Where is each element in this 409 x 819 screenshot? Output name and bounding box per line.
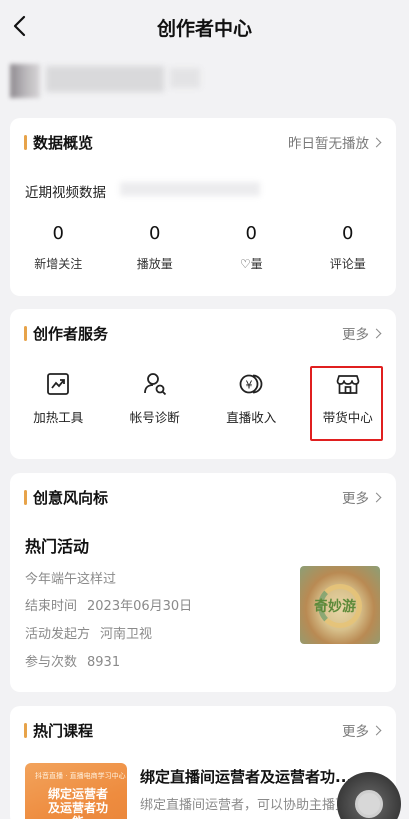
creative-title: 创意风向标 xyxy=(24,486,108,508)
recent-video-label: 近期视频数据 xyxy=(25,185,106,201)
thumbnail-logo-text: 奇妙游 xyxy=(314,599,356,615)
user-tag-blurred xyxy=(170,68,200,88)
stat-comments[interactable]: 0 评论量 xyxy=(300,223,397,272)
service-label: 直播收入 xyxy=(226,410,277,425)
course-description: 绑定直播间运营者，可以协助主播更 xyxy=(140,798,349,813)
creator-services-card: 创作者服务 更多 加热工具 帐号诊断 ¥ 直播收入 带货中心 xyxy=(10,309,396,459)
data-overview-status-link[interactable]: 昨日暂无播放 xyxy=(288,132,382,152)
assistive-button-core xyxy=(355,790,383,818)
more-label: 更多 xyxy=(342,491,369,507)
yuan-coin-icon: ¥ xyxy=(239,374,263,394)
highlight-box xyxy=(310,366,383,441)
service-account-diagnosis[interactable]: 帐号诊断 xyxy=(107,371,204,426)
end-time-value: 2023年06月30日 xyxy=(87,599,193,614)
publisher-value: 河南卫视 xyxy=(100,627,153,642)
participants-label: 参与次数 xyxy=(25,655,78,670)
service-label: 帐号诊断 xyxy=(129,410,180,425)
data-overview-title: 数据概览 xyxy=(24,131,93,153)
courses-more-link[interactable]: 更多 xyxy=(342,720,382,740)
course-thumbnail[interactable]: 抖音直播 · 直播电商学习中心 绑定运营者及运营者功能 xyxy=(25,763,127,819)
creative-title-text: 创意风向标 xyxy=(33,488,109,507)
page-title: 创作者中心 xyxy=(156,18,252,40)
chevron-right-icon xyxy=(371,328,382,338)
activity-participants: 参与次数 8931 xyxy=(25,651,120,670)
stat-value: 0 xyxy=(342,223,354,244)
header: 创作者中心 xyxy=(0,0,409,54)
hot-activity-title: 热门活动 xyxy=(25,537,90,556)
stat-plays[interactable]: 0 播放量 xyxy=(107,223,204,272)
activity-name[interactable]: 今年端午这样过 xyxy=(25,568,116,587)
participants-value: 8931 xyxy=(87,655,121,670)
title-accent-bar xyxy=(24,325,27,341)
course-thumb-title: 绑定运营者及运营者功能 xyxy=(47,787,108,819)
data-overview-title-text: 数据概览 xyxy=(33,133,94,152)
username-blurred xyxy=(46,66,164,92)
services-title-text: 创作者服务 xyxy=(33,324,109,343)
service-boost-tool[interactable]: 加热工具 xyxy=(10,371,107,426)
creative-more-link[interactable]: 更多 xyxy=(342,487,382,507)
services-title: 创作者服务 xyxy=(24,322,108,344)
title-accent-bar xyxy=(24,722,27,738)
activity-thumbnail[interactable]: 奇妙游 xyxy=(300,566,380,644)
stats-row: 0 新增关注 0 播放量 0 ♡量 0 评论量 xyxy=(10,223,396,272)
avatar xyxy=(10,64,40,98)
course-thumb-caption: 抖音直播 · 直播电商学习中心 xyxy=(35,772,126,780)
title-accent-bar xyxy=(24,489,27,505)
stat-label: 新增关注 xyxy=(34,257,83,271)
course-title[interactable]: 绑定直播间运营者及运营者功... xyxy=(140,766,352,787)
service-live-income[interactable]: ¥ 直播收入 xyxy=(203,371,300,426)
creative-trends-card: 创意风向标 更多 热门活动 今年端午这样过 结束时间 2023年06月30日 活动… xyxy=(10,473,396,692)
recent-video-blurred xyxy=(120,182,260,196)
end-time-label: 结束时间 xyxy=(25,599,78,614)
activity-end-time: 结束时间 2023年06月30日 xyxy=(25,595,192,614)
stat-label: 播放量 xyxy=(136,257,173,271)
service-label: 加热工具 xyxy=(33,410,84,425)
services-more-link[interactable]: 更多 xyxy=(342,323,382,343)
more-label: 更多 xyxy=(342,327,369,343)
stat-value: 0 xyxy=(149,223,161,244)
data-overview-status: 昨日暂无播放 xyxy=(288,136,369,152)
stat-likes[interactable]: 0 ♡量 xyxy=(203,223,300,272)
chevron-right-icon xyxy=(371,725,382,735)
svg-text:¥: ¥ xyxy=(246,379,253,392)
chevron-right-icon xyxy=(371,137,382,147)
chevron-right-icon xyxy=(371,492,382,502)
user-search-icon xyxy=(143,373,166,396)
stat-new-followers[interactable]: 0 新增关注 xyxy=(10,223,107,272)
trend-chart-icon xyxy=(47,373,70,395)
stat-label: ♡量 xyxy=(239,257,263,271)
activity-publisher: 活动发起方 河南卫视 xyxy=(25,623,152,642)
stat-value: 0 xyxy=(245,223,257,244)
courses-title-text: 热门课程 xyxy=(33,721,94,740)
more-label: 更多 xyxy=(342,724,369,740)
user-info-blurred xyxy=(10,60,210,102)
courses-title: 热门课程 xyxy=(24,719,93,741)
stat-label: 评论量 xyxy=(329,257,366,271)
publisher-label: 活动发起方 xyxy=(25,627,91,642)
data-overview-card: 数据概览 昨日暂无播放 近期视频数据 0 新增关注 0 播放量 0 ♡量 0 评… xyxy=(10,118,396,296)
title-accent-bar xyxy=(24,134,27,150)
stat-value: 0 xyxy=(52,223,64,244)
